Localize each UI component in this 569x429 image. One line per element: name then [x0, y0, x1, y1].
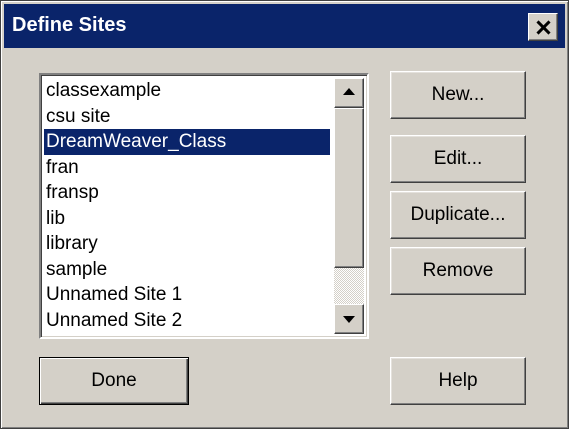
remove-button[interactable]: Remove [390, 247, 526, 295]
done-button[interactable]: Done [39, 357, 189, 405]
list-item[interactable]: sample [44, 257, 330, 283]
list-item[interactable]: Unnamed Site 1 [44, 282, 330, 308]
list-item[interactable]: Unnamed Site 2 [44, 308, 330, 334]
define-sites-dialog: Define Sites classexample csu site DreamWe… [0, 0, 569, 429]
vertical-scrollbar[interactable] [334, 78, 364, 334]
scroll-down-button[interactable] [334, 304, 364, 334]
window-title: Define Sites [12, 14, 127, 36]
sites-list: classexample csu site DreamWeaver_Class fra… [44, 78, 330, 333]
list-item[interactable]: DreamWeaver_Class [44, 129, 330, 155]
scrollbar-track[interactable] [334, 268, 364, 304]
list-item[interactable]: csu site [44, 104, 330, 130]
new-button[interactable]: New... [390, 71, 526, 119]
close-button[interactable] [528, 13, 558, 41]
scroll-up-button[interactable] [334, 78, 364, 108]
close-icon [536, 20, 550, 34]
list-item[interactable]: lib [44, 206, 330, 232]
title-bar[interactable]: Define Sites [4, 4, 565, 48]
list-item[interactable]: classexample [44, 78, 330, 104]
list-item[interactable]: fran [44, 155, 330, 181]
duplicate-button[interactable]: Duplicate... [390, 191, 526, 239]
help-button[interactable]: Help [390, 357, 526, 405]
scrollbar-thumb[interactable] [334, 108, 364, 268]
list-item[interactable]: library [44, 231, 330, 257]
edit-button[interactable]: Edit... [390, 135, 526, 183]
scroll-up-arrow-icon [343, 88, 355, 95]
sites-listbox[interactable]: classexample csu site DreamWeaver_Class fra… [39, 73, 369, 339]
scroll-down-arrow-icon [343, 316, 355, 323]
list-item[interactable]: fransp [44, 180, 330, 206]
